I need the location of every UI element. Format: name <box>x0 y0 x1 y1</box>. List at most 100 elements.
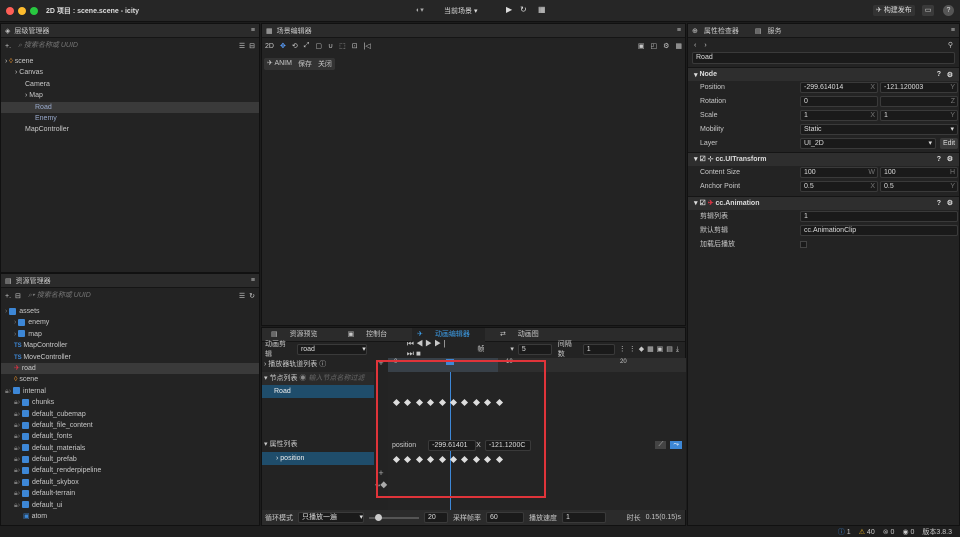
asset-item[interactable]: ◊ scene <box>1 374 259 385</box>
minimize-window-button[interactable] <box>18 7 26 15</box>
asset-item[interactable]: TS MoveController <box>1 352 259 363</box>
uitransform-section-header[interactable]: ▾ ☑ ⊹ cc.UITransform? ⚙ <box>688 151 959 166</box>
close-window-button[interactable] <box>6 7 14 15</box>
warn-count[interactable]: ⚠ 40 <box>859 528 875 536</box>
zoom-input[interactable]: 20 <box>424 512 448 523</box>
move-tool-icon[interactable]: ✥ <box>280 42 286 50</box>
vector-y-input[interactable]: -121.120003 Y <box>880 82 958 94</box>
pin-icon[interactable]: ⚲ <box>948 41 953 49</box>
hierarchy-item[interactable]: Road <box>1 101 259 113</box>
help-icon-ui[interactable]: ? <box>937 156 941 163</box>
error-count[interactable]: ⊗ 0 <box>883 528 895 536</box>
maximize-window-button[interactable] <box>30 7 38 15</box>
back-icon[interactable]: ‹ <box>694 42 696 49</box>
selected-node-marker[interactable] <box>452 192 462 202</box>
play-icon[interactable]: ▶ <box>506 5 512 14</box>
vector-x-input[interactable]: 0.5 X <box>800 181 878 193</box>
node-road-row[interactable]: Road <box>262 385 374 398</box>
interval-input[interactable]: 1 <box>582 343 615 355</box>
asset-item[interactable]: 🔒︎› default_fonts <box>1 431 259 442</box>
assets-search-input[interactable]: ⌕▾ 搜索名称或 UUID <box>25 291 235 302</box>
asset-item[interactable]: 🔒︎› internal <box>1 386 259 397</box>
folder-icon[interactable]: ▭ <box>922 5 934 16</box>
zoom-slider-handle[interactable] <box>375 513 382 521</box>
edit-layer-button[interactable]: Edit <box>940 137 959 149</box>
help-icon-anim[interactable]: ? <box>937 200 941 207</box>
node-section-header[interactable]: ▾ Node? ⚙ <box>688 67 959 81</box>
asset-item[interactable]: 🔒︎› default_file_content <box>1 420 259 431</box>
forward-icon[interactable]: › <box>704 42 706 49</box>
property-select[interactable]: Static ▾ <box>800 123 958 135</box>
scene-menu-icon[interactable]: ≡ <box>677 27 681 34</box>
ui-settings-icon[interactable]: ⚙ <box>947 155 953 163</box>
help-icon[interactable]: ? <box>943 5 954 16</box>
play-on-load-checkbox[interactable] <box>800 240 807 248</box>
hierarchy-search-input[interactable]: ⌕ 搜索名称或 UUID <box>15 41 235 52</box>
animation-section-header[interactable]: ▾ ☑ ✈ cc.Animation? ⚙ <box>688 195 959 210</box>
ruler-icon[interactable]: |◁ <box>364 42 371 50</box>
speed-input[interactable]: 1 <box>562 512 606 523</box>
help-icon-node[interactable]: ? <box>937 71 941 78</box>
frame-input[interactable]: 5 <box>517 343 552 355</box>
hierarchy-item[interactable]: Camera <box>1 79 259 90</box>
assets-add-icon[interactable]: +. <box>5 293 11 300</box>
vector-x-input[interactable]: -299.614014 X <box>800 82 878 94</box>
layout-icon[interactable]: ▦ <box>675 42 682 50</box>
anim-save-button[interactable]: 保存 <box>298 59 312 69</box>
menu-icon[interactable]: ≡ <box>251 27 255 34</box>
vector-x-input[interactable]: 0 <box>800 96 878 108</box>
collapse-icon[interactable]: ⊟ <box>249 42 255 50</box>
asset-item[interactable]: 🔒︎› default_renderpipeline <box>1 465 259 476</box>
mode-2d-button[interactable]: 2D <box>265 43 274 50</box>
asset-item[interactable]: › enemy <box>1 317 259 328</box>
anim-close-button[interactable]: 关闭 <box>318 59 332 69</box>
scene-select[interactable]: 当前场景 ▾ <box>444 6 477 16</box>
info-count[interactable]: ⓘ 1 <box>838 527 851 537</box>
hierarchy-item[interactable]: › ◊ scene <box>1 56 259 67</box>
anim-settings-icon[interactable]: ⚙ <box>947 199 953 207</box>
vector-x-input[interactable]: 1X <box>800 109 878 121</box>
bottom-tab[interactable]: ▣ 控制台 <box>343 328 403 342</box>
hierarchy-item[interactable]: › Canvas <box>1 67 259 78</box>
vector-y-input[interactable]: 0.5 Y <box>880 181 958 193</box>
pivot-icon[interactable]: ⬚ <box>339 42 346 50</box>
bottom-tab[interactable]: ⇄ 动画图 <box>495 328 554 342</box>
asset-item[interactable]: › map <box>1 329 259 340</box>
zoom-slider[interactable] <box>369 513 419 521</box>
sample-input[interactable]: 60 <box>486 512 524 523</box>
curve-icon[interactable]: ⟋ <box>655 441 667 449</box>
magnet-tool-icon[interactable]: ∪ <box>328 42 333 50</box>
enemy-marker[interactable] <box>448 132 456 140</box>
assets-refresh-icon[interactable]: ↻ <box>249 292 255 300</box>
frame-unit-select[interactable]: 帧 <box>477 344 484 354</box>
scene-viewport[interactable]: 2000150010005000-500-1000-1500 -2000-150… <box>262 55 685 325</box>
global-icon[interactable]: ⊡ <box>352 42 358 50</box>
asset-item[interactable]: ✈ road <box>1 362 259 375</box>
asset-item[interactable]: 🔒︎› default_skybox <box>1 477 259 488</box>
asset-item[interactable]: 🔒︎› default_prefab <box>1 454 259 465</box>
clip-select[interactable]: road ▾ <box>296 343 367 355</box>
inspector-menu-icon[interactable]: ≡ <box>951 27 955 34</box>
add-icon[interactable]: +. <box>5 43 11 50</box>
anim-tools-icons[interactable]: ⋮⋮◆▦▣▤⤓ <box>619 345 682 354</box>
asset-item[interactable]: 🔒︎› chunks <box>1 397 259 408</box>
asset-item[interactable]: › assets <box>1 306 259 317</box>
vector-y-input[interactable]: 1Y <box>880 109 958 121</box>
transport-controls[interactable]: ⏮◀▶▶|⏭■ <box>407 339 464 359</box>
publish-button[interactable]: ✈ 构建发布 <box>873 5 915 16</box>
vector-y-input[interactable]: 100 H <box>880 167 958 179</box>
asset-item[interactable]: 🔒︎› default_cubemap <box>1 409 259 420</box>
notify-count[interactable]: ◉ 0 <box>902 528 914 536</box>
service-tab[interactable]: 服务 <box>768 26 782 36</box>
asset-item[interactable]: 🔒︎› default_ui <box>1 500 259 511</box>
rotate-tool-icon[interactable]: ⟲ <box>292 42 298 50</box>
timeline-area[interactable]: 0 10 20 position -299.61401 X -121.1200C … <box>376 358 686 510</box>
asset-item[interactable]: 🔒︎› default-terrain <box>1 488 259 499</box>
key-icon[interactable]: ⤳ <box>670 441 682 449</box>
hierarchy-item[interactable]: MapController <box>1 124 259 135</box>
settings-icon[interactable]: ⚙ <box>663 42 669 50</box>
assets-collapse-icon[interactable]: ⊟ <box>15 292 21 300</box>
property-value[interactable]: 1 <box>800 210 958 222</box>
scale-tool-icon[interactable]: ⤢ <box>304 42 310 50</box>
node-name-input[interactable]: Road <box>692 52 955 64</box>
